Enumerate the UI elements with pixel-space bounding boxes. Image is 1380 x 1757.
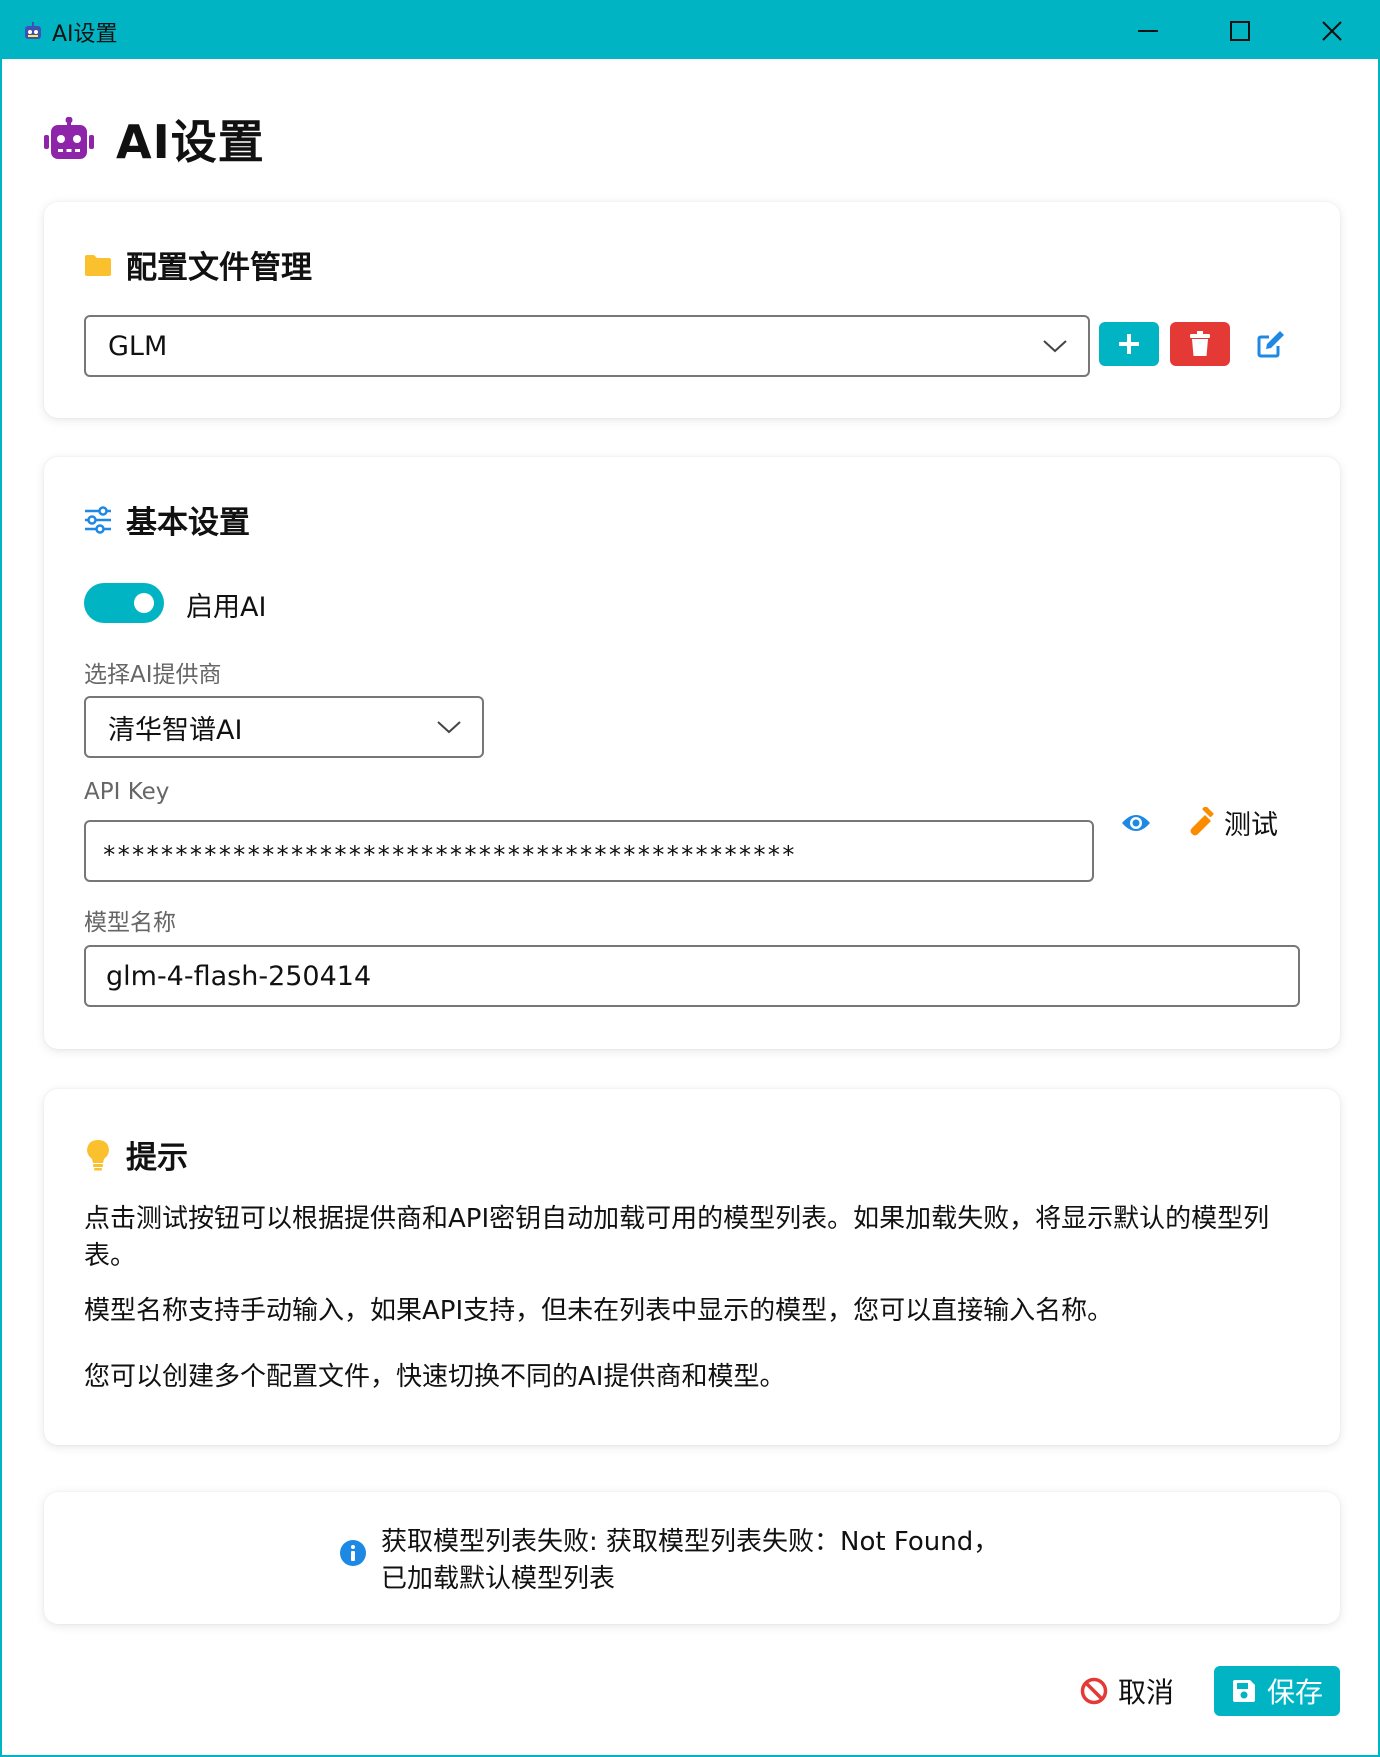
plus-icon — [1119, 334, 1139, 354]
page-header: AI设置 — [44, 106, 265, 172]
add-profile-button[interactable] — [1099, 322, 1159, 366]
test-tube-icon — [1190, 807, 1214, 836]
status-line: 已加载默认模型列表 — [381, 1564, 616, 1594]
title-bar[interactable]: AI设置 — [2, 2, 1378, 59]
toggle-visibility-button[interactable] — [1116, 803, 1156, 843]
cancel-button[interactable]: 取消 — [1080, 1666, 1174, 1716]
profile-select[interactable]: GLM — [84, 315, 1090, 377]
profile-select-value: GLM — [108, 330, 168, 362]
trash-icon — [1190, 331, 1210, 356]
tip-paragraph: 点击测试按钮可以根据提供商和API密钥自动加载可用的模型列表。如果加载失败，将显… — [84, 1204, 1270, 1271]
ban-icon — [1080, 1677, 1108, 1705]
minimize-icon — [1138, 29, 1158, 32]
provider-label: 选择AI提供商 — [84, 662, 222, 688]
maximize-icon — [1230, 20, 1250, 41]
model-name-input[interactable]: glm-4-flash-250414 — [84, 945, 1300, 1007]
app-robot-icon — [25, 22, 41, 39]
api-key-input[interactable]: ****************************************… — [84, 820, 1094, 882]
chevron-down-icon — [437, 721, 461, 734]
edit-profile-button[interactable] — [1241, 322, 1301, 366]
folder-icon — [85, 254, 111, 276]
eye-icon — [1122, 815, 1150, 831]
profile-section-header: 配置文件管理 — [84, 242, 312, 287]
sliders-icon — [85, 505, 111, 534]
lightbulb-icon — [87, 1139, 109, 1170]
provider-select[interactable]: 清华智谱AI — [84, 696, 484, 758]
robot-icon — [44, 117, 94, 159]
provider-select-value: 清华智谱AI — [108, 714, 243, 746]
minimize-button[interactable] — [1102, 2, 1194, 59]
tip-paragraph: 您可以创建多个配置文件，快速切换不同的AI提供商和模型。 — [84, 1362, 786, 1392]
profile-section-title: 配置文件管理 — [126, 250, 312, 286]
page-title: AI设置 — [116, 115, 265, 169]
status-card: 获取模型列表失败: 获取模型列表失败：Not Found， 已加载默认模型列表 — [44, 1492, 1340, 1624]
status-text: 获取模型列表失败: 获取模型列表失败：Not Found， 已加载默认模型列表 — [381, 1524, 999, 1598]
model-name-label: 模型名称 — [84, 910, 176, 936]
toggle-knob — [134, 593, 154, 613]
chevron-down-icon — [1043, 340, 1067, 353]
tips-section-title: 提示 — [126, 1140, 188, 1176]
tips-card: 提示 点击测试按钮可以根据提供商和API密钥自动加载可用的模型列表。如果加载失败… — [44, 1089, 1340, 1445]
close-icon — [1322, 20, 1342, 41]
edit-icon — [1257, 331, 1284, 358]
tip-paragraph: 模型名称支持手动输入，如果API支持，但未在列表中显示的模型，您可以直接输入名称… — [84, 1296, 1114, 1326]
basic-section-header: 基本设置 — [84, 497, 250, 542]
test-button[interactable]: 测试 — [1186, 797, 1278, 847]
enable-ai-label: 启用AI — [186, 592, 267, 623]
status-message: 获取模型列表失败: 获取模型列表失败：Not Found， 已加载默认模型列表 — [339, 1524, 999, 1598]
save-button-label: 保存 — [1266, 1676, 1323, 1709]
enable-ai-toggle[interactable] — [84, 583, 164, 623]
test-button-label: 测试 — [1224, 809, 1278, 841]
model-name-value: glm-4-flash-250414 — [106, 960, 372, 992]
delete-profile-button[interactable] — [1170, 322, 1230, 366]
basic-settings-card: 基本设置 启用AI 选择AI提供商 清华智谱AI API Key *******… — [44, 457, 1340, 1049]
maximize-button[interactable] — [1194, 2, 1286, 59]
save-button[interactable]: 保存 — [1214, 1666, 1340, 1716]
close-button[interactable] — [1286, 2, 1378, 59]
tips-section-header: 提示 — [84, 1132, 188, 1177]
api-key-value: ****************************************… — [102, 841, 796, 869]
ai-settings-window: AI设置 AI设置 配置文件管理 GLM 基本设置 启用AI 选择AI提供商 清… — [0, 0, 1380, 1757]
info-icon — [340, 1540, 366, 1566]
floppy-disk-icon — [1232, 1680, 1255, 1702]
profile-management-card: 配置文件管理 GLM — [44, 202, 1340, 418]
cancel-button-label: 取消 — [1118, 1676, 1175, 1709]
window-title: AI设置 — [52, 22, 118, 47]
basic-section-title: 基本设置 — [126, 505, 250, 541]
status-line: 获取模型列表失败: 获取模型列表失败：Not Found， — [381, 1527, 1000, 1557]
api-key-label: API Key — [84, 779, 170, 805]
